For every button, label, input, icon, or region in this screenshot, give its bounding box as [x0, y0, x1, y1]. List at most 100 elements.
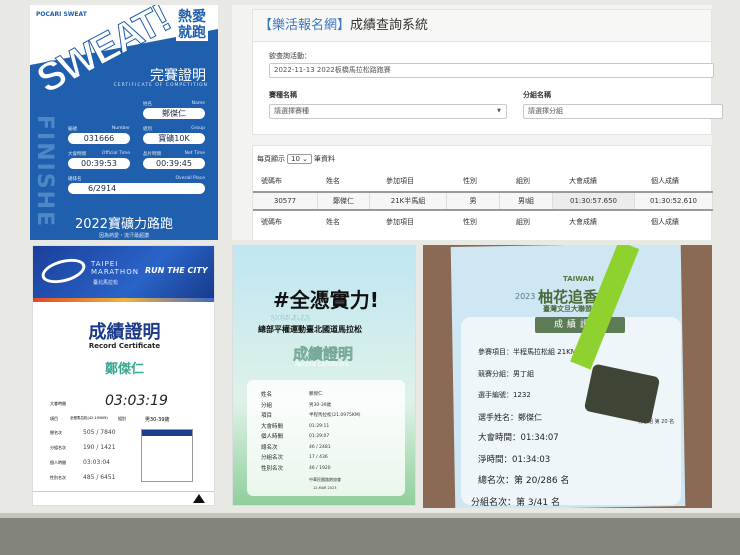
col-header[interactable]: 組別	[508, 171, 561, 191]
tagline: 因為熱愛・流汗最超讚	[98, 233, 149, 239]
value: 00:39:45	[143, 158, 205, 169]
label: 項目	[50, 416, 58, 421]
race-placeholder: 請選擇賽種	[274, 107, 309, 115]
label: 大會時間	[68, 152, 86, 157]
label: 組別	[143, 127, 152, 132]
result-row: 淨時間：01:34:03	[478, 454, 551, 465]
page-header: 【樂活報名網】成績查詢系統	[252, 9, 712, 41]
page-size-select[interactable]: 10 ⌄	[287, 154, 313, 164]
label: 大會時間	[478, 433, 513, 443]
label: 分組名次	[471, 497, 508, 508]
value: 第 20/286 名	[514, 476, 570, 486]
col-footer: 大會成績	[569, 218, 597, 226]
label-en: Official Time	[101, 151, 130, 156]
value: 鄭傑仁	[143, 108, 205, 119]
label: 性別名次	[261, 465, 284, 472]
col-header[interactable]: 參加項目	[378, 171, 455, 191]
bottom-bar	[0, 518, 740, 555]
value: 01:34:07	[520, 433, 559, 443]
col-footer: 參加項目	[386, 218, 414, 226]
slogan: 熱愛 就跑	[176, 9, 208, 41]
division: 男30-39歲	[145, 417, 170, 423]
slogan-line: 熱愛	[178, 9, 206, 25]
value: 6/2914	[68, 183, 205, 194]
value: 半程馬拉松(21.0975KM)	[309, 413, 361, 418]
label-en: Name	[191, 101, 205, 106]
pocari-logo: POCARI SWEAT	[36, 11, 87, 18]
date: 2023.3.12	[271, 314, 311, 322]
division-place: 190 / 1421	[83, 444, 116, 451]
split-table	[141, 429, 193, 482]
label: 編號	[68, 127, 77, 132]
brand: TAIPEI MARATHON	[91, 260, 139, 276]
result-row: 選手編號：1232	[478, 391, 531, 399]
label: 選手姓名	[478, 412, 510, 422]
brand-logo: TAIWAN	[563, 275, 594, 283]
value: 男30-39歲	[309, 402, 332, 408]
result-rows: 參賽項目：半程馬拉松組 21KM 競賽分組：男丁組 選手編號：1232 選手姓名…	[471, 342, 577, 508]
cell: 30577	[253, 193, 318, 209]
field-group: 組別 Group 寶礦10K	[143, 126, 205, 144]
value: 寶礦10K	[143, 133, 205, 144]
slogan-line: 就跑	[178, 25, 206, 41]
field-net-time: 晶片時間 Net Time 00:39:45	[143, 151, 205, 169]
label: 筆資料	[314, 155, 336, 163]
certificate-subtitle: CERTIFICATE OF COMPETITION	[113, 83, 208, 88]
label: 選手編號	[478, 391, 506, 399]
value: 46 / 2481	[309, 444, 331, 450]
result-card: 姓名 分組 項目 大會時間 個人時間 總名次 分組名次 性別名次 鄭傑仁 男30-39歲 半程馬拉…	[247, 380, 405, 496]
label-en: Group	[191, 126, 205, 131]
cell: 男I組	[500, 193, 553, 209]
label: 總名次	[261, 444, 278, 451]
overall-place: 505 / 7840	[83, 429, 116, 436]
value: 鄭傑仁	[309, 392, 323, 397]
net-time: 03:03:04	[83, 459, 110, 466]
label: 個人時間	[50, 460, 66, 465]
race-label: 賽種名稱	[269, 91, 297, 99]
col-header[interactable]: 性別	[455, 171, 508, 191]
label: 姓名	[143, 102, 152, 107]
label: 總名次	[50, 430, 62, 435]
slogan: RUN THE CITY	[145, 266, 208, 275]
col-header[interactable]: 大會成績	[561, 171, 643, 191]
race-select[interactable]: 請選擇賽種 ▼	[269, 104, 507, 119]
label: 總排名	[68, 177, 82, 182]
label: 總名次	[478, 476, 506, 486]
value: 鄭傑仁	[518, 412, 542, 422]
result-row: 分組名次：第 3/41 名	[471, 497, 560, 508]
query-form: 欲查詢活動： 2022-11-13 2022板橋馬拉松路跑賽 賽種名稱 請選擇賽…	[252, 41, 723, 135]
field-number: 編號 Number 031666	[68, 126, 130, 144]
value: 半程馬拉松組 21KM	[513, 348, 577, 356]
col-header[interactable]: 個人成績	[643, 171, 713, 191]
group-select[interactable]: 請選擇分組	[523, 104, 723, 119]
cell: 01:30:57.650	[553, 193, 635, 209]
label: 姓名	[261, 392, 273, 398]
event-select[interactable]: 2022-11-13 2022板橋馬拉松路跑賽	[269, 63, 714, 78]
label: 每頁顯示	[257, 155, 285, 163]
results-query-page: 【樂活報名網】成績查詢系統 欲查詢活動： 2022-11-13 2022板橋馬拉…	[232, 5, 723, 240]
label: 分組	[261, 402, 273, 409]
col-header[interactable]: 號碼布	[253, 171, 318, 191]
adidas-logo-icon	[193, 494, 205, 503]
value: 10	[291, 155, 300, 163]
label: 競賽分組	[478, 369, 506, 378]
col-header[interactable]: 姓名	[318, 171, 378, 191]
event-sub: 臺灣文旦大聯盟	[543, 305, 592, 313]
page-size-control: 每頁顯示 10 ⌄ 筆資料	[257, 154, 335, 164]
event-name: 總部平權運動臺北國道馬拉松	[258, 325, 362, 334]
certificate-subtitle: Record Certificate	[88, 342, 161, 350]
certificate-title: 完賽證明	[150, 68, 206, 84]
group-label: 分組名稱	[523, 91, 551, 99]
certificate-subtitle: Record Certificate	[295, 361, 349, 368]
year: 2023	[515, 292, 536, 301]
value: 17 / 436	[309, 455, 328, 460]
label-en: Overall Place	[175, 176, 205, 181]
brand-zh: 臺北馬拉松	[93, 280, 119, 286]
result-row: 大會時間：01:34:07	[478, 433, 559, 443]
value: 男丁組	[513, 369, 534, 378]
col-footer: 號碼布	[261, 218, 282, 226]
table-header: 號碼布 姓名 參加項目 性別 組別 大會成績 個人成績	[253, 171, 713, 191]
result-row: 參賽項目：半程馬拉松組 21KM	[478, 348, 577, 356]
value: 01:34:03	[512, 454, 551, 465]
label: 參賽項目	[478, 348, 506, 356]
